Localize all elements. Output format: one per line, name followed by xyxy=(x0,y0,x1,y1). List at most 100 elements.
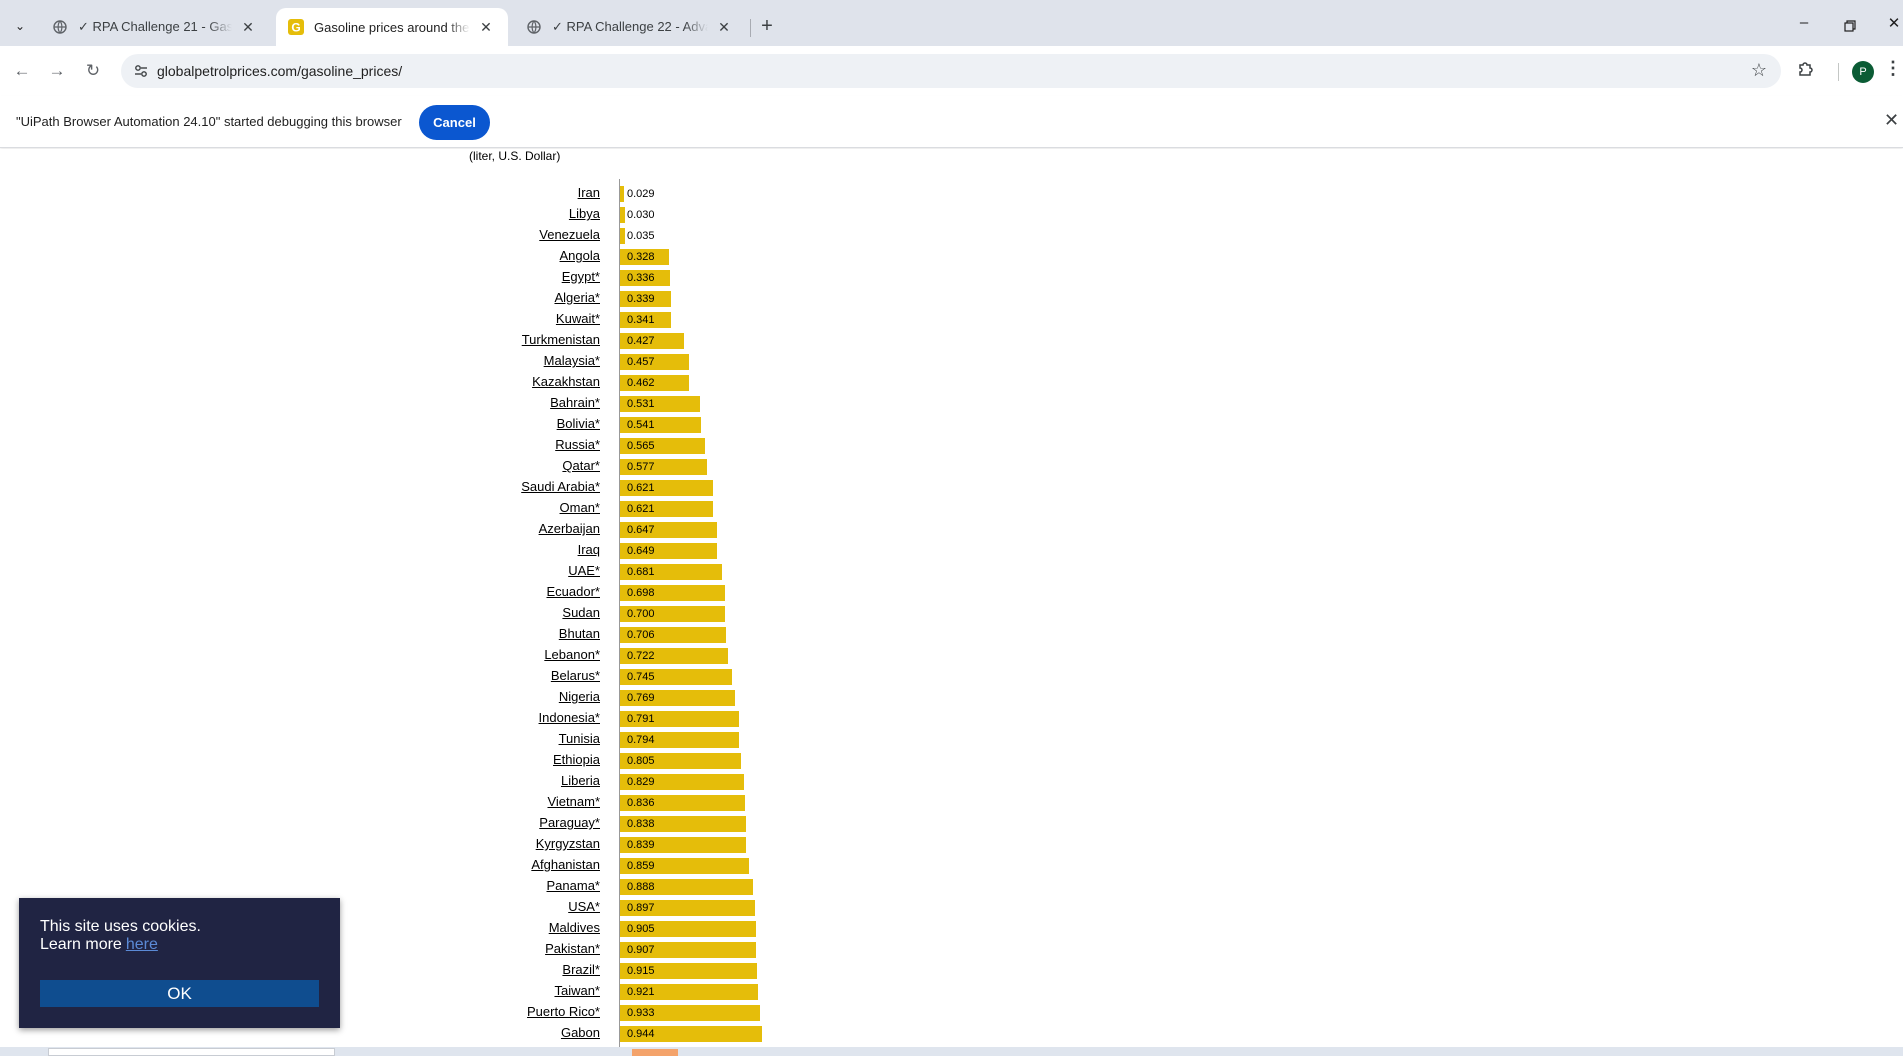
price-value-label: 0.921 xyxy=(627,986,655,998)
country-link[interactable]: Russia* xyxy=(555,437,600,452)
tab-title: ✓ RPA Challenge 22 - Advance xyxy=(552,19,708,34)
chart-row: UAE* 0.681 xyxy=(0,561,1903,582)
bookmark-star-icon[interactable]: ☆ xyxy=(1751,60,1767,81)
country-link[interactable]: UAE* xyxy=(568,563,600,578)
country-link[interactable]: Vietnam* xyxy=(547,794,600,809)
close-icon[interactable]: ✕ xyxy=(1884,110,1899,131)
country-link[interactable]: Iraq xyxy=(578,542,600,557)
chart-row: Russia* 0.565 xyxy=(0,435,1903,456)
country-link[interactable]: Algeria* xyxy=(554,290,600,305)
country-link[interactable]: Liberia xyxy=(561,773,600,788)
country-link[interactable]: Panama* xyxy=(547,878,600,893)
chart-row: Ecuador* 0.698 xyxy=(0,582,1903,603)
country-link[interactable]: Kyrgyzstan xyxy=(536,836,600,851)
chart-row: Iraq 0.649 xyxy=(0,540,1903,561)
reload-icon[interactable]: ↻ xyxy=(81,59,105,83)
country-link[interactable]: Bhutan xyxy=(559,626,600,641)
country-link[interactable]: Paraguay* xyxy=(539,815,600,830)
country-link[interactable]: Oman* xyxy=(560,500,600,515)
minimize-icon[interactable]: – xyxy=(1792,14,1816,38)
price-value-label: 0.649 xyxy=(627,545,655,557)
close-icon[interactable]: ✕ xyxy=(476,19,496,36)
price-value-label: 0.859 xyxy=(627,860,655,872)
price-value-label: 0.700 xyxy=(627,608,655,620)
country-link[interactable]: Egypt* xyxy=(562,269,600,284)
price-value-label: 0.328 xyxy=(627,251,655,263)
cookie-here-link[interactable]: here xyxy=(126,936,158,953)
taskbar-accent xyxy=(632,1049,678,1056)
country-link[interactable]: Azerbaijan xyxy=(539,521,600,536)
tab-rpa-challenge-21[interactable]: ✓ RPA Challenge 21 - Gasoline ✕ xyxy=(40,8,270,46)
chart-row: Ethiopia 0.805 xyxy=(0,750,1903,771)
country-link[interactable]: Nigeria xyxy=(559,689,600,704)
country-link[interactable]: Afghanistan xyxy=(531,857,600,872)
url-text[interactable]: globalpetrolprices.com/gasoline_prices/ xyxy=(157,63,402,79)
chart-row: Tunisia 0.794 xyxy=(0,729,1903,750)
chart-row: Nigeria 0.769 xyxy=(0,687,1903,708)
country-link[interactable]: Libya xyxy=(569,206,600,221)
tab-search-button[interactable]: ⌄ xyxy=(8,14,32,38)
country-link[interactable]: Venezuela xyxy=(539,227,600,242)
country-link[interactable]: Maldives xyxy=(549,920,600,935)
menu-kebab-icon[interactable]: ⋮ xyxy=(1884,58,1902,79)
price-value-label: 0.722 xyxy=(627,650,655,662)
chart-row: Kazakhstan 0.462 xyxy=(0,372,1903,393)
globe-icon xyxy=(526,19,542,35)
chart-row: Egypt* 0.336 xyxy=(0,267,1903,288)
close-icon[interactable]: ✕ xyxy=(714,19,734,36)
country-link[interactable]: Turkmenistan xyxy=(522,332,600,347)
country-link[interactable]: Bahrain* xyxy=(550,395,600,410)
forward-arrow-icon[interactable]: → xyxy=(45,59,69,83)
cookie-message: This site uses cookies. xyxy=(40,918,201,935)
country-link[interactable]: Belarus* xyxy=(551,668,600,683)
price-value-label: 0.829 xyxy=(627,776,655,788)
restore-icon[interactable] xyxy=(1838,14,1862,38)
new-tab-plus-icon[interactable]: + xyxy=(756,16,778,38)
country-link[interactable]: Lebanon* xyxy=(544,647,600,662)
country-link[interactable]: Gabon xyxy=(561,1025,600,1040)
cancel-button[interactable]: Cancel xyxy=(419,105,490,140)
country-link[interactable]: Indonesia* xyxy=(539,710,600,725)
country-link[interactable]: Malaysia* xyxy=(544,353,600,368)
country-link[interactable]: Angola xyxy=(560,248,600,263)
chart-row: Afghanistan 0.859 xyxy=(0,855,1903,876)
window-close-icon[interactable]: ✕ xyxy=(1882,14,1903,38)
extensions-puzzle-icon[interactable] xyxy=(1796,59,1820,83)
chart-row: Sudan 0.700 xyxy=(0,603,1903,624)
country-link[interactable]: Taiwan* xyxy=(554,983,600,998)
country-link[interactable]: Sudan xyxy=(562,605,600,620)
country-link[interactable]: Ecuador* xyxy=(547,584,600,599)
taskbar-search-box[interactable] xyxy=(48,1048,335,1056)
country-link[interactable]: Pakistan* xyxy=(545,941,600,956)
country-link[interactable]: Brazil* xyxy=(562,962,600,977)
country-link[interactable]: Tunisia xyxy=(559,731,600,746)
price-value-label: 0.681 xyxy=(627,566,655,578)
chart-row: Bolivia* 0.541 xyxy=(0,414,1903,435)
debug-infobar: "UiPath Browser Automation 24.10" starte… xyxy=(0,96,1903,148)
cookie-learn-more: Learn more here xyxy=(40,936,158,954)
country-link[interactable]: Iran xyxy=(578,185,600,200)
country-link[interactable]: Kazakhstan xyxy=(532,374,600,389)
country-link[interactable]: Saudi Arabia* xyxy=(521,479,600,494)
browser-toolbar: ← → ↻ globalpetrolprices.com/gasoline_pr… xyxy=(0,46,1903,96)
price-value-label: 0.621 xyxy=(627,482,655,494)
site-settings-icon[interactable] xyxy=(133,63,149,79)
chart-row: Azerbaijan 0.647 xyxy=(0,519,1903,540)
price-value-label: 0.698 xyxy=(627,587,655,599)
tab-gasoline-prices[interactable]: G Gasoline prices around the wor ✕ xyxy=(276,8,508,46)
country-link[interactable]: Qatar* xyxy=(562,458,600,473)
tab-rpa-challenge-22[interactable]: ✓ RPA Challenge 22 - Advance ✕ xyxy=(514,8,746,46)
country-link[interactable]: Puerto Rico* xyxy=(527,1004,600,1019)
price-value-label: 0.794 xyxy=(627,734,655,746)
chart-row: Algeria* 0.339 xyxy=(0,288,1903,309)
country-link[interactable]: Kuwait* xyxy=(556,311,600,326)
profile-avatar[interactable]: P xyxy=(1852,61,1874,83)
country-link[interactable]: Ethiopia xyxy=(553,752,600,767)
cookie-ok-button[interactable]: OK xyxy=(40,980,319,1007)
country-link[interactable]: Bolivia* xyxy=(557,416,600,431)
taskbar-peek xyxy=(0,1047,1903,1056)
back-arrow-icon[interactable]: ← xyxy=(10,59,34,83)
address-bar[interactable]: globalpetrolprices.com/gasoline_prices/ … xyxy=(121,54,1781,88)
country-link[interactable]: USA* xyxy=(568,899,600,914)
close-icon[interactable]: ✕ xyxy=(238,19,258,36)
